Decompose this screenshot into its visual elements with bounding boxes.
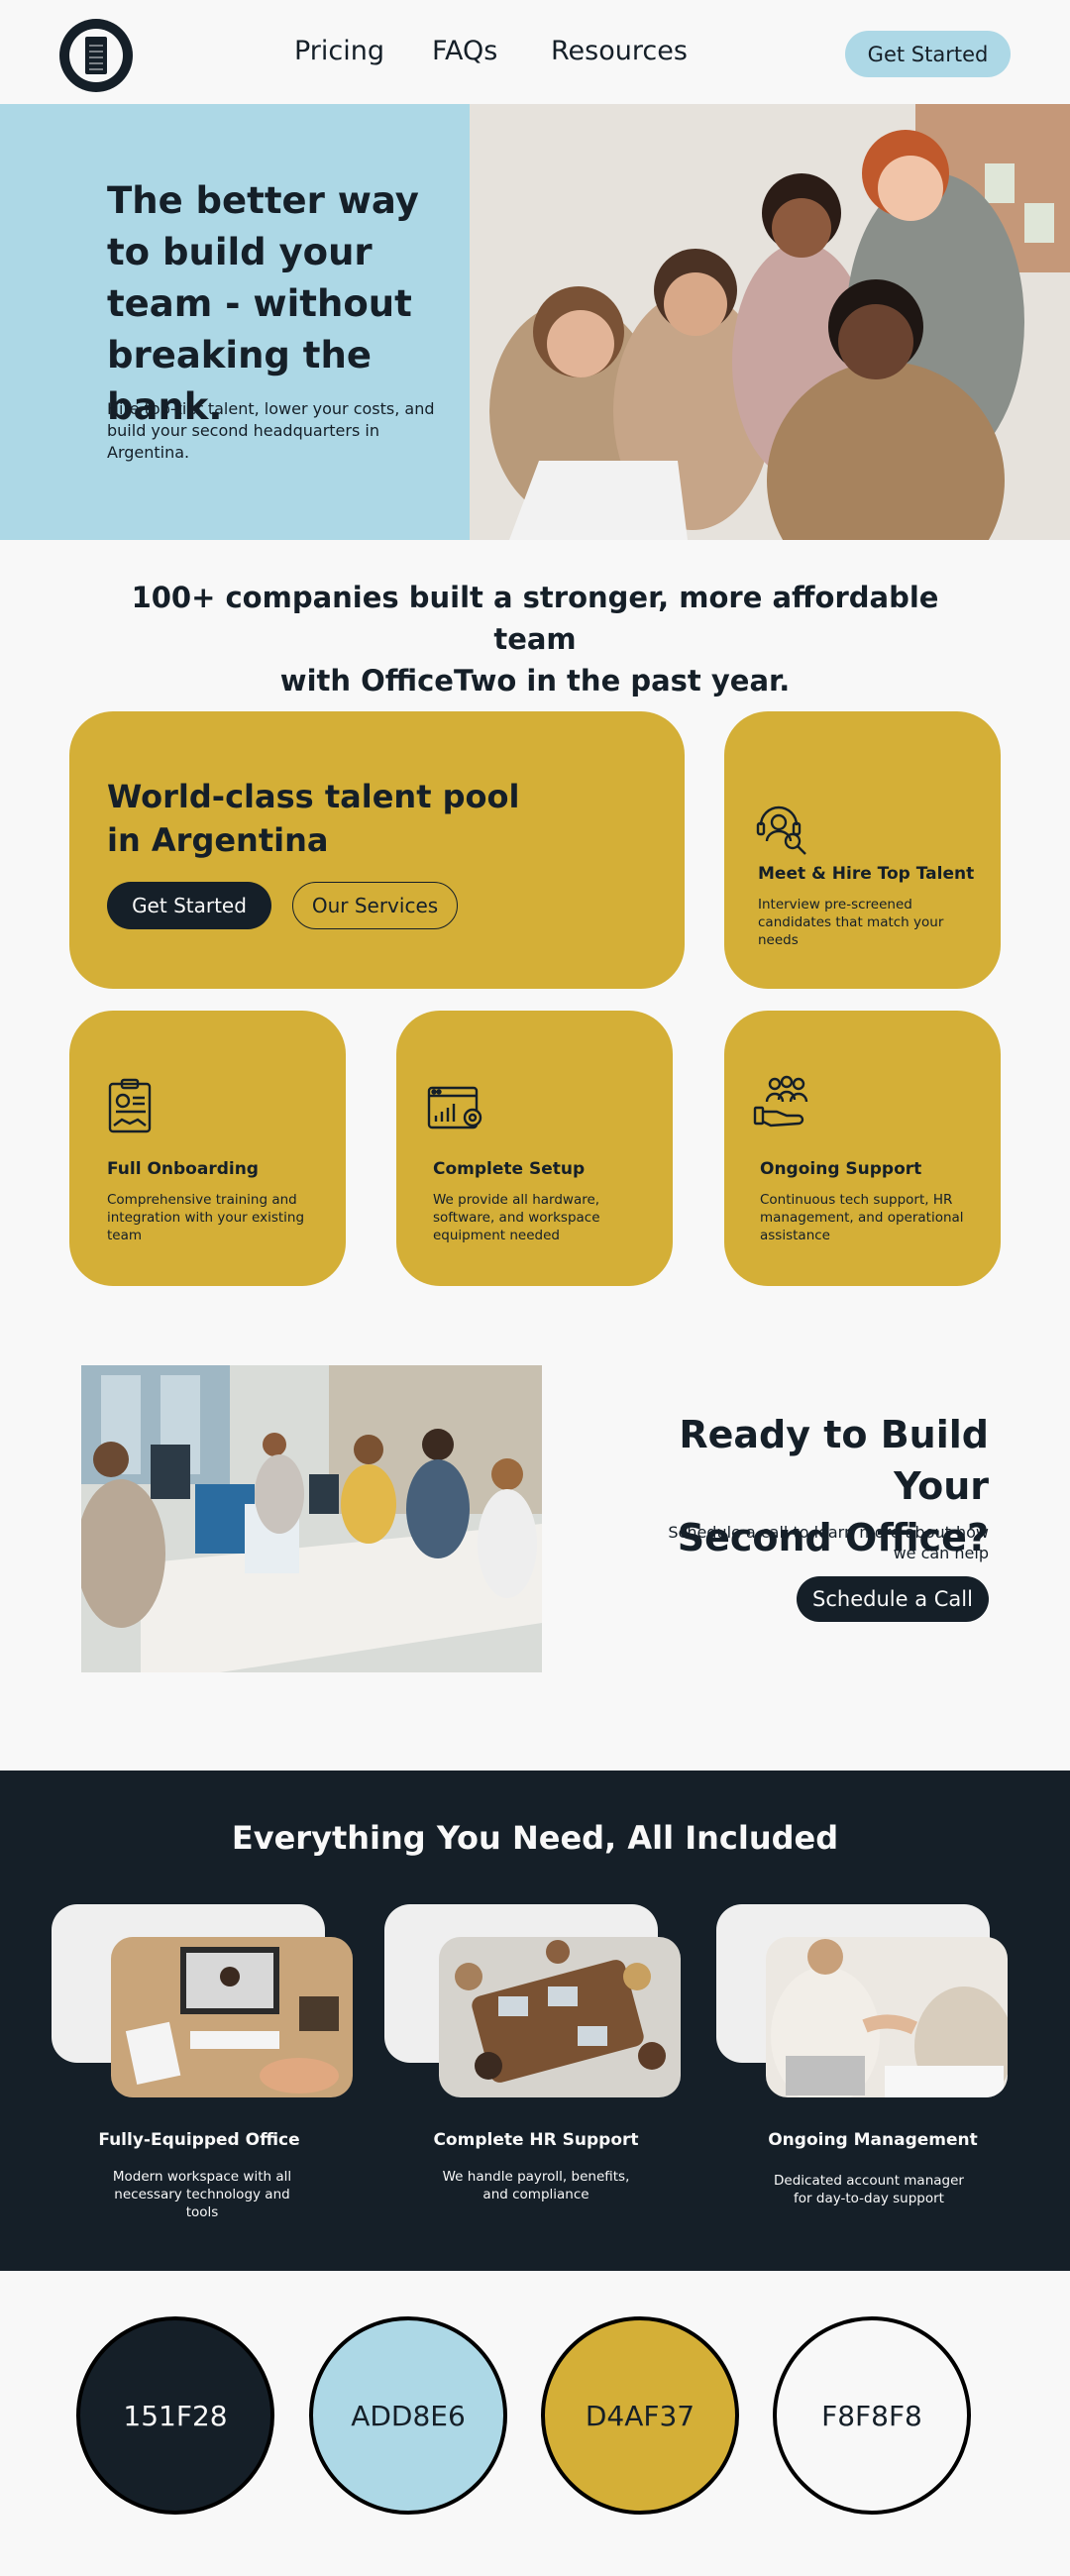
service-desc: Comprehensive training and integration w… xyxy=(107,1192,305,1243)
talent-get-started-button[interactable]: Get Started xyxy=(107,882,271,929)
service-desc: Interview pre-screened candidates that m… xyxy=(758,897,944,948)
browser-gear-chart-icon xyxy=(426,1082,485,1141)
hero-subtitle: Hire top-tier talent, lower your costs, … xyxy=(107,399,435,462)
feature-desc: Dedicated account manager for day-to-day… xyxy=(774,2173,964,2206)
feature-title: Ongoing Management xyxy=(768,2130,978,2150)
service-desc: Continuous tech support, HR management, … xyxy=(760,1192,964,1243)
building-logo[interactable] xyxy=(59,19,133,92)
swatch-label: ADD8E6 xyxy=(351,2399,466,2432)
site-header: Pricing FAQs Resources Get Started xyxy=(0,0,1070,104)
swatch-D4AF37: D4AF37 xyxy=(541,2316,739,2515)
building-icon xyxy=(85,37,107,74)
team-laptop-photo xyxy=(470,104,1070,540)
service-title: Complete Setup xyxy=(433,1159,586,1179)
ready-title-line-1: Ready to Build Your xyxy=(679,1413,989,1508)
feature-desc: We handle payroll, benefits, and complia… xyxy=(442,2169,630,2202)
talent-title: World-class talent pool in Argentina xyxy=(107,778,520,859)
feature-title: Complete HR Support xyxy=(433,2130,639,2150)
nav-link-pricing[interactable]: Pricing xyxy=(294,36,384,66)
service-title: Meet & Hire Top Talent xyxy=(758,864,975,884)
clipboard-handshake-icon xyxy=(102,1076,161,1135)
stats-line-2: with OfficeTwo in the past year. xyxy=(279,664,791,698)
stats-headline: 100+ companies built a stronger, more af… xyxy=(89,577,981,701)
service-card-onboarding xyxy=(69,1011,346,1286)
ready-subtitle: Schedule a call to learn more about how … xyxy=(668,1523,989,1562)
feature-desc: Modern workspace with all necessary tech… xyxy=(112,2169,292,2220)
feature-title: Fully-Equipped Office xyxy=(98,2130,300,2150)
our-services-button[interactable]: Our Services xyxy=(292,882,458,929)
schedule-call-button[interactable]: Schedule a Call xyxy=(797,1576,989,1622)
service-title: Full Onboarding xyxy=(107,1159,259,1179)
swatch-F8F8F8: F8F8F8 xyxy=(773,2316,971,2515)
nav-link-resources[interactable]: Resources xyxy=(551,36,688,66)
swatch-ADD8E6: ADD8E6 xyxy=(309,2316,507,2515)
swatch-label: D4AF37 xyxy=(585,2399,696,2432)
headset-team-icon xyxy=(753,798,812,857)
hand-people-icon xyxy=(753,1072,812,1131)
nav-link-faqs[interactable]: FAQs xyxy=(432,36,497,66)
service-card-support xyxy=(724,1011,1001,1286)
swatch-label: 151F28 xyxy=(123,2399,228,2432)
meeting-table-photo xyxy=(439,1937,681,2097)
included-title: Everything You Need, All Included xyxy=(231,1819,839,1857)
handshake-photo xyxy=(766,1937,1008,2097)
hero-title: The better way to build your team - with… xyxy=(107,179,419,428)
stats-line-1: 100+ companies built a stronger, more af… xyxy=(131,581,939,656)
service-card-setup xyxy=(396,1011,673,1286)
service-desc: We provide all hardware, software, and w… xyxy=(433,1192,600,1243)
desk-videocall-photo xyxy=(111,1937,353,2097)
swatch-151F28: 151F28 xyxy=(76,2316,274,2515)
service-title: Ongoing Support xyxy=(760,1159,922,1179)
get-started-button[interactable]: Get Started xyxy=(845,31,1011,77)
office-workers-photo xyxy=(81,1365,542,1672)
swatch-label: F8F8F8 xyxy=(821,2399,922,2432)
